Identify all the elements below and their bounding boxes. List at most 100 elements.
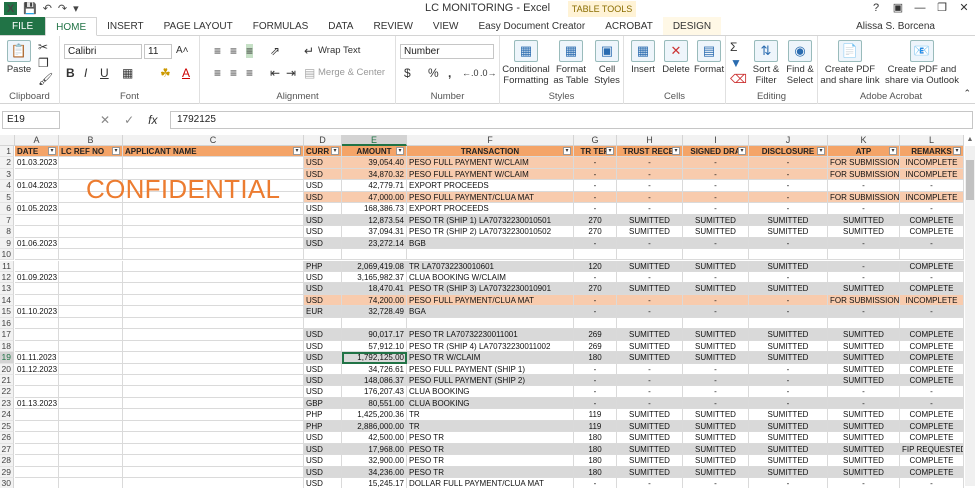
table-cell[interactable] [59,294,123,307]
table-cell[interactable]: CLUA BOOKING [407,397,574,410]
table-cell[interactable]: USD [304,375,342,387]
table-cell[interactable]: 15,245.17 [342,478,407,488]
table-cell[interactable] [59,329,123,341]
table-cell[interactable]: FOR SUBMISSION [828,191,900,204]
row-header[interactable]: 15 [0,306,14,318]
name-box[interactable]: E19 [2,111,60,129]
row-header[interactable]: 30 [0,478,14,488]
table-cell[interactable]: EUR [304,306,342,318]
decrease-decimal-icon[interactable]: .0→ [480,66,497,80]
table-cell[interactable]: 180 [574,466,617,479]
table-cell[interactable]: SUMITTED [749,409,828,421]
table-cell[interactable]: SUMITTED [617,283,683,295]
table-cell[interactable] [123,386,304,398]
help-icon[interactable]: ? [865,0,887,17]
table-cell[interactable] [123,352,304,364]
table-cell[interactable] [123,157,304,169]
sort-filter-button[interactable]: ⇅ Sort & Filter [750,40,782,86]
user-name[interactable]: Alissa S. Borcena [856,17,975,35]
table-cell[interactable]: SUMITTED [683,420,749,433]
table-cell[interactable]: PHP [304,409,342,421]
table-cell[interactable] [59,214,123,227]
table-cell[interactable]: PESO TR (SHIP 4) LA70732230011002 [407,340,574,353]
table-cell[interactable]: 180 [574,352,617,364]
table-cell[interactable]: - [683,386,749,398]
table-cell[interactable]: SUMITTED [617,329,683,341]
table-cell[interactable]: - [574,478,617,488]
table-cell[interactable]: SUMITTED [749,432,828,444]
table-cell[interactable] [15,420,59,433]
table-cell[interactable]: DOLLAR FULL PAYMENT/CLUA MAT [407,478,574,488]
table-cell[interactable]: 32,728.49 [342,306,407,318]
table-cell[interactable]: - [749,363,828,375]
table-cell[interactable]: 01.05.2023 [15,203,59,215]
table-cell[interactable]: - [900,203,964,215]
table-cell[interactable]: - [574,157,617,169]
table-cell[interactable]: - [683,203,749,215]
table-cell[interactable]: USD [304,180,342,192]
table-cell[interactable] [304,249,342,261]
table-cell[interactable] [59,386,123,398]
table-cell[interactable] [15,317,59,330]
table-cell[interactable] [123,237,304,250]
currency-button[interactable]: $ [404,66,411,80]
table-cell[interactable] [15,294,59,307]
table-cell[interactable] [59,226,123,238]
table-cell[interactable] [15,409,59,421]
table-cell[interactable]: SUMITTED [749,340,828,353]
table-cell[interactable]: 148,086.37 [342,375,407,387]
tab-design[interactable]: DESIGN [662,17,722,35]
table-cell[interactable]: - [749,306,828,318]
wrap-text-button[interactable]: Wrap Text [318,45,360,56]
table-cell[interactable]: PESO TR LA70732230011001 [407,329,574,341]
table-cell[interactable]: - [574,237,617,250]
table-cell[interactable]: - [683,180,749,192]
table-cell[interactable]: USD [304,226,342,238]
table-cell[interactable]: - [617,203,683,215]
table-cell[interactable] [59,375,123,387]
table-cell[interactable]: PESO TR [407,432,574,444]
table-cell[interactable] [59,432,123,444]
table-cell[interactable]: - [683,363,749,375]
table-cell[interactable]: SUMITTED [828,214,900,227]
table-cell[interactable]: SUMITTED [683,214,749,227]
tab-view[interactable]: VIEW [423,17,469,35]
table-cell[interactable]: - [683,397,749,410]
table-cell[interactable]: FIP REQUESTED [900,443,964,456]
table-cell[interactable]: - [828,237,900,250]
table-cell[interactable] [59,249,123,261]
table-cell[interactable]: CLUA BOOKING W/CLAIM [407,271,574,284]
table-cell[interactable] [574,317,617,330]
table-cell[interactable] [407,317,574,330]
table-cell[interactable]: 34,236.00 [342,466,407,479]
table-cell[interactable]: 47,000.00 [342,191,407,204]
wrap-text-icon[interactable]: ↵ [304,44,314,58]
table-cell[interactable]: 2,886,000.00 [342,420,407,433]
table-cell[interactable]: 120 [574,260,617,272]
tab-data[interactable]: DATA [318,17,363,35]
align-top-icon[interactable]: ≡ [214,44,221,58]
table-cell[interactable]: USD [304,157,342,169]
table-cell[interactable]: USD [304,237,342,250]
table-cell[interactable] [123,260,304,272]
table-cell[interactable]: 180 [574,443,617,456]
table-cell[interactable]: SUMITTED [749,214,828,227]
table-cell[interactable]: - [900,306,964,318]
table-cell[interactable] [59,443,123,456]
table-cell[interactable]: - [900,478,964,488]
align-bottom-icon[interactable]: ≡ [246,44,254,58]
table-cell[interactable]: 1,792,125.00 [342,352,407,364]
table-cell[interactable]: PESO FULL PAYMENT (SHIP 2) [407,375,574,387]
table-cell[interactable]: - [900,237,964,250]
filter-dropdown-icon[interactable]: ▾ [889,147,897,155]
table-cell[interactable]: 01.06.2023 [15,237,59,250]
table-cell[interactable]: 1,425,200.36 [342,409,407,421]
table-cell[interactable] [123,409,304,421]
table-cell[interactable]: 119 [574,409,617,421]
table-cell[interactable]: 176,207.43 [342,386,407,398]
table-cell[interactable] [15,249,59,261]
table-cell[interactable]: COMPLETE [900,352,964,364]
table-cell[interactable]: - [683,191,749,204]
table-cell[interactable]: - [683,478,749,488]
table-cell[interactable]: SUMITTED [617,340,683,353]
